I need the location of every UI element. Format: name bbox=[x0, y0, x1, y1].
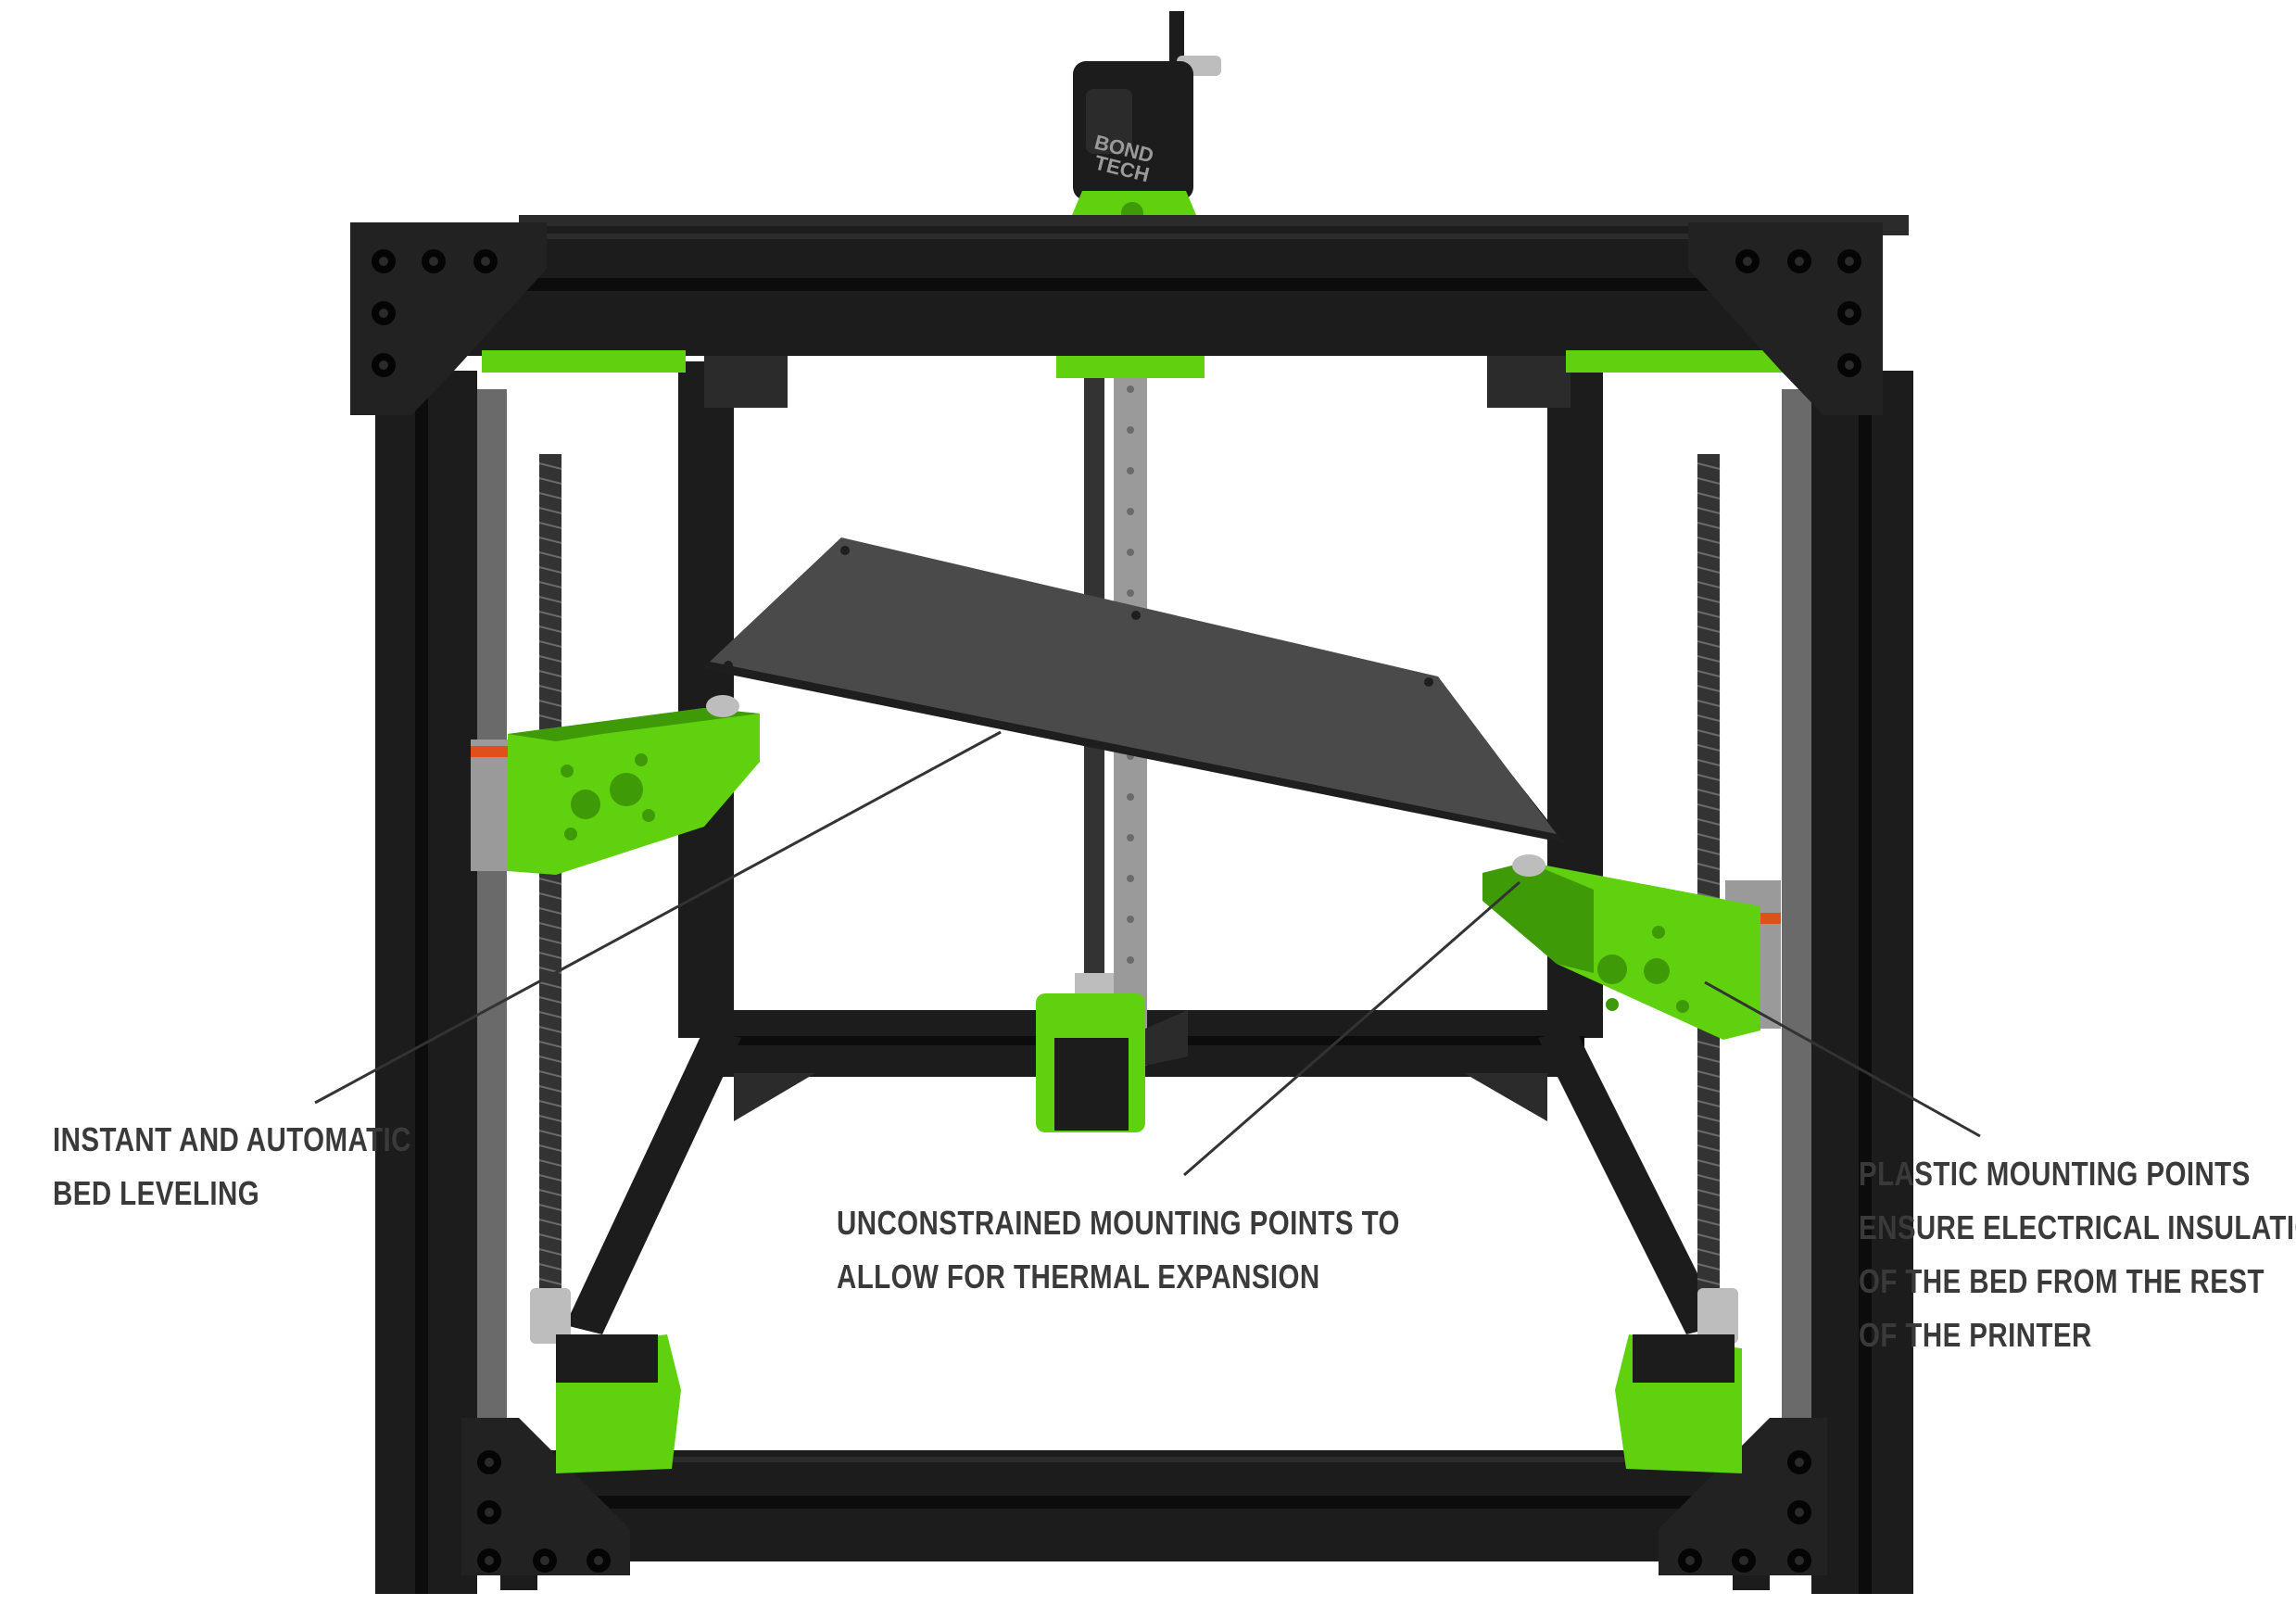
bolt-head-icon bbox=[429, 257, 438, 266]
left-arm-hole bbox=[571, 790, 600, 819]
top-frame bbox=[352, 215, 1909, 373]
callout-line: PLASTIC MOUNTING POINTS bbox=[1859, 1155, 2251, 1193]
right-bottom-mount-top bbox=[1633, 1334, 1735, 1383]
bondtech-extruder-icon: BOND TECH bbox=[1067, 11, 1221, 226]
bolt-head-icon bbox=[481, 257, 490, 266]
bolt-head-icon bbox=[1739, 1556, 1748, 1565]
front-right-rail bbox=[1782, 389, 1811, 1501]
callout-thermal-expansion: UNCONSTRAINED MOUNTING POINTS TO ALLOW F… bbox=[837, 1196, 1400, 1304]
right-bottom-rail bbox=[1538, 1029, 1723, 1334]
bolt-head-icon bbox=[379, 309, 388, 318]
right-foot bbox=[1733, 1575, 1770, 1590]
back-left-bracket bbox=[734, 1073, 815, 1121]
left-ball-mount bbox=[706, 695, 739, 717]
bolt-head-icon bbox=[1685, 1556, 1695, 1565]
bolt-head-icon bbox=[540, 1556, 549, 1565]
bolt-head-icon bbox=[1795, 1458, 1804, 1467]
back-right-bracket bbox=[1464, 1073, 1547, 1121]
callout-line: UNCONSTRAINED MOUNTING POINTS TO bbox=[837, 1204, 1400, 1242]
right-arm-hole bbox=[1580, 922, 1593, 935]
bottom-motor-mounts bbox=[530, 1288, 1742, 1473]
right-arm-hole bbox=[1597, 954, 1627, 984]
right-arm-hole bbox=[1606, 998, 1619, 1011]
rear-motor bbox=[1054, 1038, 1129, 1131]
rail-hole bbox=[1127, 834, 1134, 841]
bolt-head-icon bbox=[1845, 360, 1854, 370]
callout-line: OF THE PRINTER bbox=[1859, 1316, 2092, 1354]
bolt-head-icon bbox=[594, 1556, 603, 1565]
callout-electrical-insulation: PLASTIC MOUNTING POINTS ENSURE ELECTRICA… bbox=[1859, 1147, 2296, 1362]
top-beam-slot bbox=[352, 278, 1881, 291]
bottom-beam-slot bbox=[482, 1496, 1807, 1509]
bolt-head-icon bbox=[485, 1508, 494, 1517]
rail-hole bbox=[1127, 793, 1134, 801]
left-arm-hole bbox=[610, 773, 643, 806]
rail-hole bbox=[1127, 508, 1134, 515]
back-right-motor bbox=[1487, 352, 1571, 408]
bolt-head-icon bbox=[379, 257, 388, 266]
bolt-head-icon bbox=[1743, 257, 1752, 266]
rail-hole bbox=[1127, 875, 1134, 882]
bolt-head-icon bbox=[485, 1556, 494, 1565]
bolt-head-icon bbox=[1795, 257, 1804, 266]
left-arm-hole bbox=[561, 765, 574, 777]
back-left-motor bbox=[704, 352, 788, 408]
bolt-head-icon bbox=[485, 1458, 494, 1467]
left-arm-hole bbox=[642, 809, 655, 822]
callout-line: ALLOW FOR THERMAL EXPANSION bbox=[837, 1258, 1320, 1296]
right-ball-mount bbox=[1512, 854, 1545, 877]
bolt-head-icon bbox=[1845, 257, 1854, 266]
left-bottom-mount-top bbox=[556, 1334, 658, 1383]
rail-hole bbox=[1127, 386, 1134, 393]
top-left-green bbox=[482, 350, 686, 373]
bottom-beam-highlight bbox=[482, 1457, 1807, 1462]
bottom-frame bbox=[482, 1450, 1807, 1561]
rail-hole bbox=[1127, 467, 1134, 474]
rail-hole bbox=[1127, 549, 1134, 556]
rail-hole bbox=[1127, 916, 1134, 923]
bed-hole bbox=[840, 546, 850, 555]
bed-hole bbox=[1424, 677, 1433, 687]
bed-hole bbox=[1131, 611, 1141, 620]
right-arm-hole bbox=[1676, 1000, 1689, 1013]
bolt-head-icon bbox=[1795, 1508, 1804, 1517]
right-arm-hole bbox=[1644, 958, 1670, 984]
bolt-head-icon bbox=[1845, 309, 1854, 318]
rail-hole bbox=[1127, 426, 1134, 434]
left-bottom-rail bbox=[565, 1029, 741, 1334]
rail-hole bbox=[1127, 956, 1134, 964]
left-arm-hole bbox=[635, 753, 648, 766]
right-arm-hole bbox=[1652, 926, 1665, 939]
callout-line: ENSURE ELECTRICAL INSULATION bbox=[1859, 1208, 2296, 1246]
top-beam-highlight bbox=[352, 234, 1881, 239]
bolt-head-icon bbox=[379, 360, 388, 370]
left-foot bbox=[500, 1575, 537, 1590]
front-left-post-slot bbox=[415, 371, 428, 1594]
printer-diagram: BOND TECH bbox=[314, 11, 1981, 1594]
callout-line: BED LEVELING bbox=[53, 1174, 260, 1212]
front-left-rail bbox=[477, 389, 507, 1501]
callout-line: INSTANT AND AUTOMATIC bbox=[53, 1120, 411, 1158]
callout-auto-leveling: INSTANT AND AUTOMATIC BED LEVELING bbox=[53, 1113, 411, 1220]
bed-hole bbox=[724, 661, 733, 670]
front-right-post-slot bbox=[1859, 371, 1872, 1594]
callout-line: OF THE BED FROM THE REST bbox=[1859, 1262, 2264, 1300]
left-arm-hole bbox=[564, 828, 577, 841]
bolt-head-icon bbox=[1795, 1556, 1804, 1565]
rail-hole bbox=[1127, 589, 1134, 597]
